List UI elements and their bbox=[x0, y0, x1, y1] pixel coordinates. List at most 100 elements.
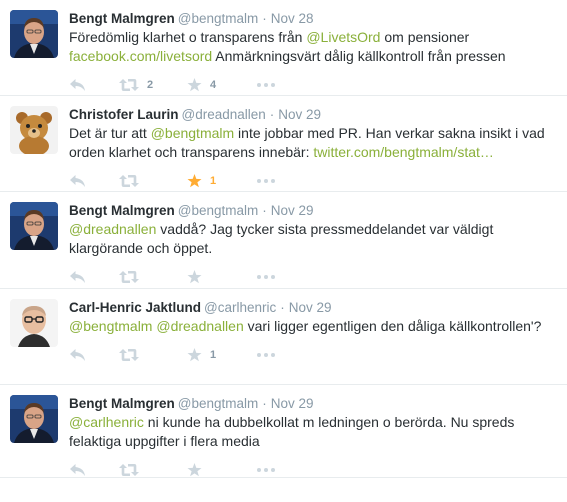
more-dots-icon bbox=[257, 468, 275, 472]
star-icon bbox=[187, 174, 202, 188]
retweet-icon bbox=[119, 270, 139, 284]
tweet-content: Carl-Henric Jaktlund @carlhenric · Nov 29 @b… bbox=[69, 299, 555, 367]
tweet-item: Bengt Malmgren @bengtmalm · Nov 29 @dreadnal… bbox=[0, 192, 567, 289]
tweet-link[interactable]: @dreadnallen bbox=[156, 318, 243, 334]
reply-button[interactable] bbox=[69, 348, 119, 362]
tweet-content: Christofer Laurin @dreadnallen · Nov 29 Det … bbox=[69, 106, 555, 193]
reply-button[interactable] bbox=[69, 78, 119, 92]
reply-icon bbox=[69, 270, 86, 284]
reply-button[interactable] bbox=[69, 463, 119, 477]
avatar[interactable] bbox=[10, 299, 58, 347]
star-icon bbox=[187, 270, 202, 284]
tweet-text-line: orden klarhet och transparens innebär: t… bbox=[69, 143, 555, 162]
author-fullname[interactable]: Christofer Laurin bbox=[69, 107, 179, 122]
reply-icon bbox=[69, 174, 86, 188]
reply-button[interactable] bbox=[69, 270, 119, 284]
tweet-text: @carlhenric ni kunde ha dubbelkollat m l… bbox=[69, 413, 555, 451]
tweet-text-line: facebook.com/livetsord Anmärkningsvärt d… bbox=[69, 47, 555, 66]
tweet-link[interactable]: twitter.com/bengtmalm/stat… bbox=[313, 144, 494, 160]
more-dots-icon bbox=[257, 275, 275, 279]
tweet-content: Bengt Malmgren @bengtmalm · Nov 29 @carlhenr… bbox=[69, 395, 555, 482]
favorite-button[interactable] bbox=[187, 463, 257, 477]
tweet-text-segment: orden klarhet och transparens innebär: bbox=[69, 144, 314, 160]
author-username[interactable]: @carlhenric bbox=[204, 300, 276, 315]
author-fullname[interactable]: Bengt Malmgren bbox=[69, 396, 175, 411]
retweet-button[interactable]: 2 bbox=[119, 78, 187, 92]
avatar[interactable] bbox=[10, 395, 58, 443]
tweet-timestamp[interactable]: Nov 29 bbox=[278, 107, 321, 122]
tweet-link[interactable]: @bengtmalm bbox=[151, 125, 234, 141]
retweet-button[interactable] bbox=[119, 463, 187, 477]
author-username[interactable]: @bengtmalm bbox=[178, 203, 259, 218]
tweet-text-segment: klargörande och öppet. bbox=[69, 240, 213, 256]
tweet-timestamp[interactable]: Nov 29 bbox=[271, 203, 314, 218]
retweet-icon bbox=[119, 463, 139, 477]
tweet-link[interactable]: @bengtmalm bbox=[69, 318, 152, 334]
tweet-text-segment: om pensioner bbox=[380, 29, 470, 45]
tweet-text-line: @dreadnallen vaddå? Jag tycker sista pre… bbox=[69, 220, 555, 239]
tweet-item: Bengt Malmgren @bengtmalm · Nov 29 @carlhenr… bbox=[0, 385, 567, 478]
retweet-icon bbox=[119, 78, 139, 92]
favorite-button[interactable]: 1 bbox=[187, 348, 257, 362]
tweet-actions bbox=[69, 265, 555, 289]
tweet-link[interactable]: facebook.com/livetsord bbox=[69, 48, 212, 64]
more-button[interactable] bbox=[257, 353, 275, 357]
avatar[interactable] bbox=[10, 10, 58, 58]
tweet-content: Bengt Malmgren @bengtmalm · Nov 28 Föredömli… bbox=[69, 10, 555, 97]
more-button[interactable] bbox=[257, 83, 275, 87]
retweet-button[interactable] bbox=[119, 174, 187, 188]
favorite-button[interactable] bbox=[187, 270, 257, 284]
retweet-button[interactable] bbox=[119, 348, 187, 362]
tweet-timeline: Bengt Malmgren @bengtmalm · Nov 28 Föredömli… bbox=[0, 0, 567, 478]
tweet-text-line: klargörande och öppet. bbox=[69, 239, 555, 258]
tweet-item: Bengt Malmgren @bengtmalm · Nov 28 Föredömli… bbox=[0, 0, 567, 96]
header-separator: · bbox=[280, 300, 285, 315]
favorite-count: 4 bbox=[210, 79, 217, 91]
header-separator: · bbox=[262, 11, 267, 26]
tweet-text: Det är tur att @bengtmalm inte jobbar me… bbox=[69, 124, 555, 162]
tweet-actions bbox=[69, 458, 555, 482]
tweet-link[interactable]: @LivetsOrd bbox=[306, 29, 380, 45]
author-fullname[interactable]: Bengt Malmgren bbox=[69, 11, 175, 26]
tweet-timestamp[interactable]: Nov 29 bbox=[289, 300, 332, 315]
tweet-timestamp[interactable]: Nov 28 bbox=[271, 11, 314, 26]
author-fullname[interactable]: Carl-Henric Jaktlund bbox=[69, 300, 201, 315]
header-separator: · bbox=[262, 203, 267, 218]
avatar[interactable] bbox=[10, 106, 58, 154]
favorite-button[interactable]: 4 bbox=[187, 78, 257, 92]
tweet-text-line: felaktiga uppgifter i flera media bbox=[69, 432, 555, 451]
tweet-link[interactable]: @dreadnallen bbox=[69, 221, 156, 237]
tweet-text-segment: Anmärkningsvärt dålig källkontroll från … bbox=[212, 48, 506, 64]
tweet-text-segment: ni kunde ha dubbelkollat m ledningen o b… bbox=[143, 414, 515, 430]
reply-icon bbox=[69, 78, 86, 92]
author-fullname[interactable]: Bengt Malmgren bbox=[69, 203, 175, 218]
author-username[interactable]: @bengtmalm bbox=[178, 11, 259, 26]
retweet-button[interactable] bbox=[119, 270, 187, 284]
author-username[interactable]: @bengtmalm bbox=[178, 396, 259, 411]
reply-icon bbox=[69, 463, 86, 477]
more-button[interactable] bbox=[257, 468, 275, 472]
tweet-actions: 1 bbox=[69, 343, 555, 367]
tweet-header: Bengt Malmgren @bengtmalm · Nov 28 bbox=[69, 10, 555, 27]
tweet-text-line: Föredömlig klarhet o transparens från @L… bbox=[69, 28, 555, 47]
tweet-text-line: Det är tur att @bengtmalm inte jobbar me… bbox=[69, 124, 555, 143]
more-button[interactable] bbox=[257, 275, 275, 279]
star-icon bbox=[187, 78, 202, 92]
favorite-button[interactable]: 1 bbox=[187, 174, 257, 188]
reply-button[interactable] bbox=[69, 174, 119, 188]
tweet-text-line: @carlhenric ni kunde ha dubbelkollat m l… bbox=[69, 413, 555, 432]
tweet-timestamp[interactable]: Nov 29 bbox=[271, 396, 314, 411]
tweet-content: Bengt Malmgren @bengtmalm · Nov 29 @dreadnal… bbox=[69, 202, 555, 289]
star-icon bbox=[187, 463, 202, 477]
tweet-text-line: @bengtmalm @dreadnallen vari ligger egen… bbox=[69, 317, 555, 336]
author-username[interactable]: @dreadnallen bbox=[182, 107, 266, 122]
more-button[interactable] bbox=[257, 179, 275, 183]
tweet-text-segment: felaktiga uppgifter i flera media bbox=[69, 433, 260, 449]
header-separator: · bbox=[269, 107, 275, 122]
tweet-link[interactable]: @carlhenric bbox=[69, 414, 144, 430]
tweet-text: Föredömlig klarhet o transparens från @L… bbox=[69, 28, 555, 66]
tweet-item: Carl-Henric Jaktlund @carlhenric · Nov 29 @b… bbox=[0, 289, 567, 385]
tweet-header: Bengt Malmgren @bengtmalm · Nov 29 bbox=[69, 395, 555, 412]
retweet-count: 2 bbox=[147, 79, 154, 91]
avatar[interactable] bbox=[10, 202, 58, 250]
